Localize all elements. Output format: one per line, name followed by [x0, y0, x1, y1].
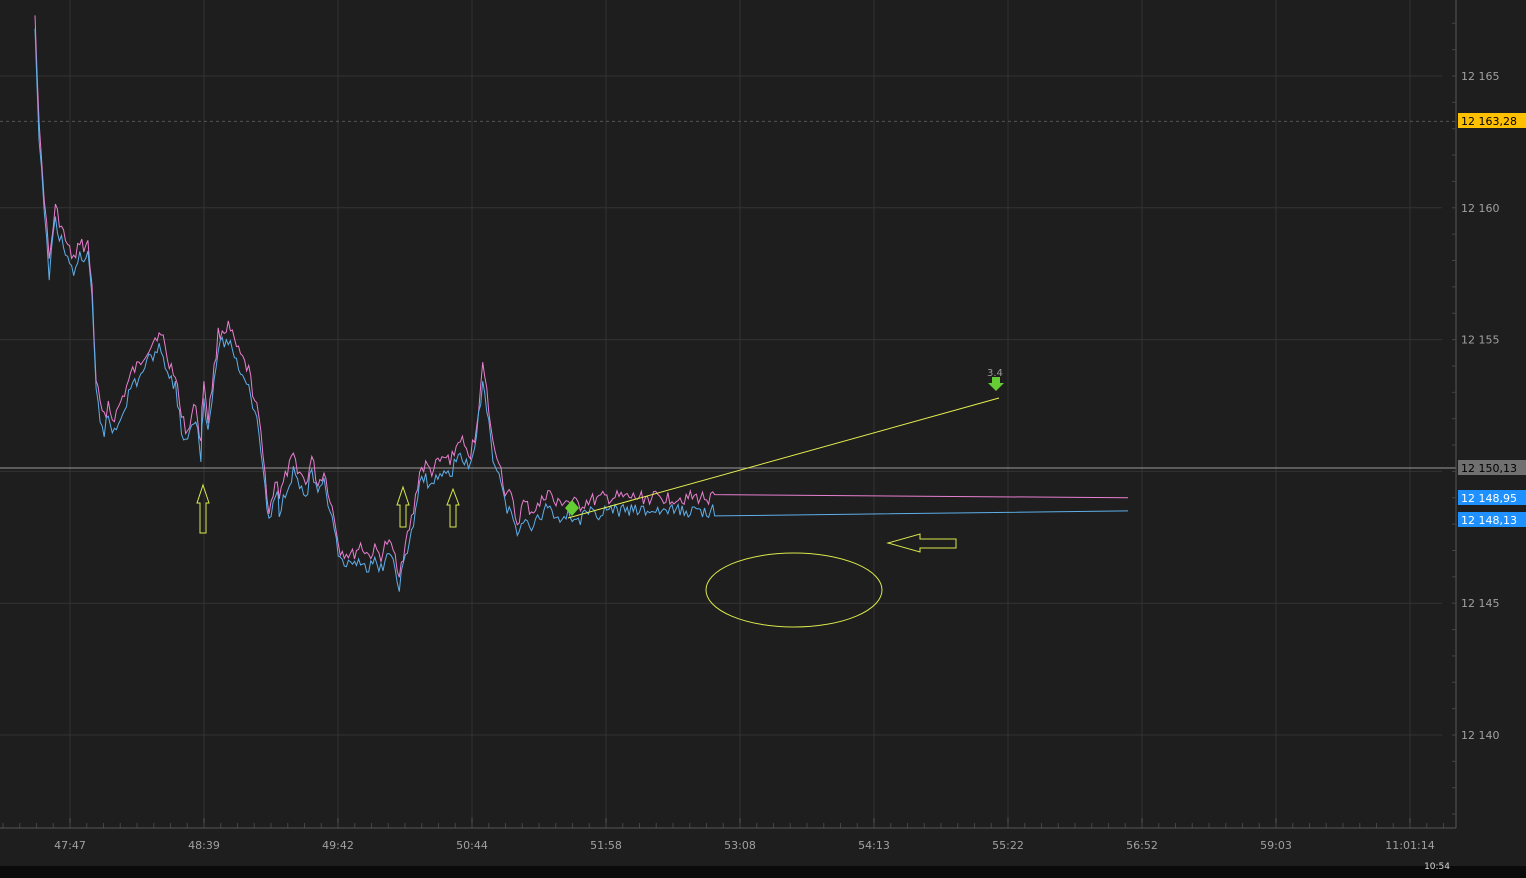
price-tag-label: 12 148,13 — [1461, 514, 1517, 527]
x-tick-label: 11:01:14 — [1385, 839, 1434, 852]
price-tag-label: 12 150,13 — [1461, 462, 1517, 475]
x-tick-label: 50:44 — [456, 839, 488, 852]
x-tick-label: 54:13 — [858, 839, 890, 852]
x-tick-label: 55:22 — [992, 839, 1024, 852]
x-tick-label: 53:08 — [724, 839, 756, 852]
x-tick-label: 49:42 — [322, 839, 354, 852]
marker-label: 3.4 — [987, 368, 1003, 379]
y-tick-label: 12 160 — [1461, 202, 1500, 215]
price-tag-label: 12 163,28 — [1461, 115, 1517, 128]
x-tick-label: 51:58 — [590, 839, 622, 852]
taskbar-clock: 10:54 — [1424, 862, 1450, 872]
x-tick-label: 47:47 — [54, 839, 86, 852]
taskbar: 10:54 — [0, 862, 1526, 878]
x-tick-label: 48:39 — [188, 839, 220, 852]
price-tag-label: 12 148,95 — [1461, 492, 1517, 505]
price-chart[interactable]: 3.4 12 165 12 160 12 155 12 145 12 140 12 163… — [0, 0, 1526, 866]
y-tick-label: 12 140 — [1461, 729, 1500, 742]
y-tick-label: 12 145 — [1461, 597, 1500, 610]
chart-window: 3.4 12 165 12 160 12 155 12 145 12 140 12 163… — [0, 0, 1526, 878]
y-tick-label: 12 155 — [1461, 334, 1500, 347]
y-tick-label: 12 165 — [1461, 70, 1500, 83]
x-tick-label: 59:03 — [1260, 839, 1292, 852]
plot-background — [0, 0, 1526, 866]
x-tick-label: 56:52 — [1126, 839, 1158, 852]
